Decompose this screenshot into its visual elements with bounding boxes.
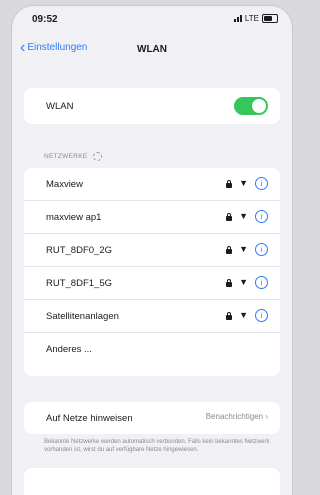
network-row[interactable]: RUT_8DF1_5G ▼ i <box>24 267 280 300</box>
navigation-bar: ‹ Einstellungen WLAN <box>12 38 292 62</box>
wlan-card: WLAN <box>24 88 280 124</box>
info-icon[interactable]: i <box>255 276 268 289</box>
wifi-icon: ▼ <box>239 310 248 320</box>
network-name: maxview ap1 <box>46 211 102 223</box>
wifi-icon: ▼ <box>239 178 248 188</box>
notify-value: Benachrichtigen › <box>206 412 268 421</box>
notify-row[interactable]: Auf Netze hinweisen Benachrichtigen › <box>24 402 280 434</box>
phone-screen: 09:52 LTE ‹ Einstellungen WLAN WLAN NETZ… <box>12 6 292 495</box>
wifi-icon: ▼ <box>239 244 248 254</box>
info-icon[interactable]: i <box>255 177 268 190</box>
info-icon[interactable]: i <box>255 309 268 322</box>
other-network-label: Anderes ... <box>46 343 92 355</box>
wlan-label: WLAN <box>46 100 74 112</box>
lock-icon <box>226 245 233 254</box>
info-icon[interactable]: i <box>255 210 268 223</box>
network-icons: ▼ i <box>226 276 268 289</box>
lock-icon <box>226 278 233 287</box>
network-row[interactable]: RUT_8DF0_2G ▼ i <box>24 234 280 267</box>
status-time: 09:52 <box>32 14 58 25</box>
network-name: Satellitenanlagen <box>46 310 119 322</box>
network-name: Maxview <box>46 178 83 190</box>
network-icons: ▼ i <box>226 309 268 322</box>
loading-spinner-icon <box>92 152 102 161</box>
page-title: WLAN <box>137 44 167 55</box>
status-indicators: LTE <box>233 14 278 23</box>
notify-card[interactable]: Auf Netze hinweisen Benachrichtigen › <box>24 402 280 434</box>
other-network-row[interactable]: Anderes ... <box>24 333 280 365</box>
lock-icon <box>226 179 233 188</box>
chevron-right-icon: › <box>265 412 268 421</box>
network-row[interactable]: Satellitenanlagen ▼ i <box>24 300 280 333</box>
network-row[interactable]: maxview ap1 ▼ i <box>24 201 280 234</box>
networks-header-label: NETZWERKE <box>44 153 88 160</box>
status-bar: 09:52 LTE <box>12 6 292 32</box>
wlan-row: WLAN <box>24 88 280 124</box>
network-icons: ▼ i <box>226 243 268 256</box>
network-row[interactable]: Maxview ▼ i <box>24 168 280 201</box>
networks-list: Maxview ▼ i maxview ap1 ▼ i RUT_8DF0_2G … <box>24 168 280 376</box>
networks-header: NETZWERKE <box>44 152 102 161</box>
info-icon[interactable]: i <box>255 243 268 256</box>
next-setting-card <box>24 468 280 495</box>
network-icons: ▼ i <box>226 177 268 190</box>
lock-icon <box>226 212 233 221</box>
network-name: RUT_8DF0_2G <box>46 244 112 256</box>
network-type: LTE <box>244 14 259 23</box>
notify-footnote: Bekannte Netzwerke werden automatisch ve… <box>44 439 270 453</box>
wifi-icon: ▼ <box>239 211 248 221</box>
notify-value-label: Benachrichtigen <box>205 412 264 421</box>
wifi-icon: ▼ <box>239 277 248 287</box>
wlan-toggle[interactable] <box>234 97 268 115</box>
lock-icon <box>226 311 233 320</box>
network-icons: ▼ i <box>226 210 268 223</box>
notify-label: Auf Netze hinweisen <box>46 412 133 424</box>
battery-icon <box>262 14 278 23</box>
signal-icon <box>233 15 242 22</box>
network-name: RUT_8DF1_5G <box>46 277 112 289</box>
